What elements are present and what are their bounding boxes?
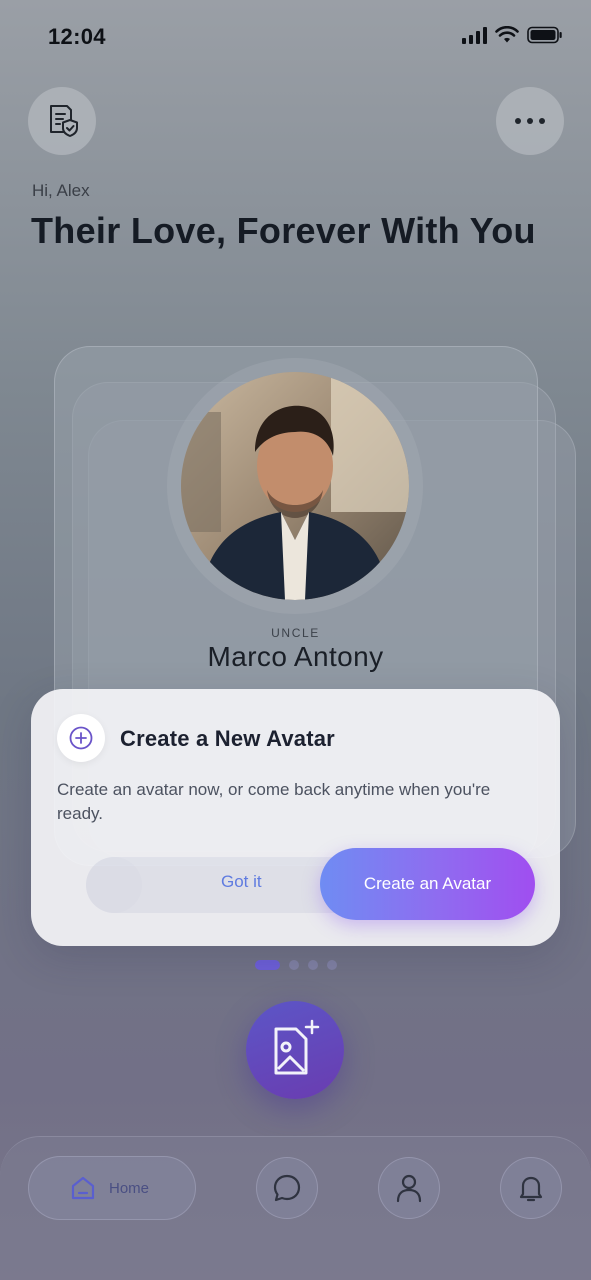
- status-icons: [462, 26, 563, 44]
- add-image-icon: [274, 1019, 320, 1075]
- pager-dot[interactable]: [288, 960, 299, 970]
- signal-icon: [462, 26, 487, 44]
- nav-home[interactable]: Home: [28, 1156, 196, 1220]
- plus-circle-icon: [69, 726, 93, 750]
- document-shield-button[interactable]: [28, 87, 96, 155]
- nav-home-label: Home: [109, 1179, 150, 1197]
- greeting: Hi, Alex: [32, 181, 90, 200]
- ghost-circle: [86, 857, 142, 913]
- document-shield-icon: [50, 105, 78, 137]
- chat-bubble-icon: [273, 1174, 301, 1202]
- profile-icon: [396, 1174, 422, 1203]
- create-avatar-modal: Create a New Avatar Create an avatar now…: [31, 689, 560, 946]
- more-options-button[interactable]: [496, 87, 564, 155]
- pager-dot[interactable]: [307, 960, 318, 970]
- modal-description: Create an avatar now, or come back anyti…: [57, 780, 491, 823]
- modal-title: Create a New Avatar: [120, 726, 335, 751]
- status-time: 12:04: [48, 24, 106, 49]
- page-title: Their Love, Forever With You: [31, 210, 536, 251]
- avatar-relation: UNCLE: [271, 626, 320, 640]
- nav-chat[interactable]: [256, 1157, 318, 1219]
- pager-dot-active[interactable]: [254, 960, 280, 970]
- add-avatar-fab[interactable]: [246, 1001, 344, 1099]
- create-avatar-button[interactable]: Create an Avatar: [320, 848, 535, 920]
- battery-icon: [527, 26, 562, 44]
- nav-profile[interactable]: [378, 1157, 440, 1219]
- nav-notifications[interactable]: [500, 1157, 562, 1219]
- avatar-name: Marco Antony: [207, 641, 384, 672]
- pager-dots: [0, 960, 591, 970]
- wifi-icon: [495, 26, 519, 43]
- home-icon: [71, 1176, 95, 1200]
- avatar-photo: [181, 372, 409, 600]
- more-horizontal-icon: [515, 118, 545, 124]
- got-it-button[interactable]: Got it: [221, 872, 262, 892]
- modal-icon-wrap: [57, 714, 105, 762]
- pager-dot[interactable]: [326, 960, 337, 970]
- bell-icon: [519, 1176, 543, 1202]
